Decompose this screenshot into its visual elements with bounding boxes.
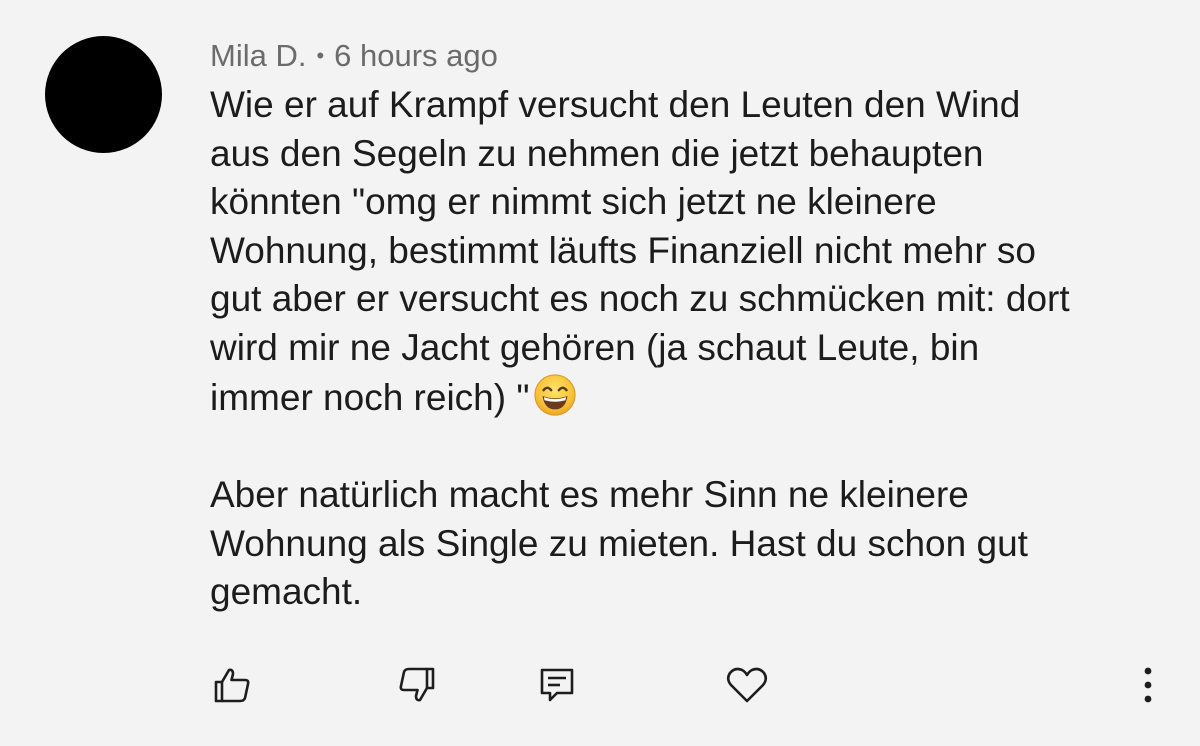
comment-line: Wie er auf Krampf versucht den Leuten de… [210, 84, 1021, 125]
thumbs-up-icon [214, 668, 250, 703]
comment-timestamp: 6 hours ago [334, 38, 498, 73]
more-vertical-icon [1144, 667, 1152, 703]
comment-line: könnten "omg er nimmt sich jetzt ne klei… [210, 181, 937, 222]
comment-paragraph-1: Wie er auf Krampf versucht den Leuten de… [210, 81, 1170, 423]
comment-line: Wohnung, bestimmt läufts Finanziell nich… [210, 229, 1037, 271]
meta-separator: • [316, 43, 325, 68]
author-name[interactable]: Mila D. [210, 38, 306, 73]
comment-line: aus den Segeln zu nehmen die jetzt behau… [210, 132, 984, 174]
avatar[interactable] [45, 36, 162, 153]
reply-button[interactable] [527, 655, 587, 715]
comment-content: Mila D. • 6 hours ago Wie er auf Krampf ve… [210, 34, 1170, 617]
comment-line: immer noch reich) " [210, 377, 530, 418]
grinning-face-with-smiling-eyes-icon [533, 374, 576, 416]
heart-icon [726, 667, 768, 703]
comment-line: Aber natürlich macht es mehr Sinn ne kle… [210, 474, 969, 515]
comment-card: Mila D. • 6 hours ago Wie er auf Krampf ve… [0, 0, 1200, 746]
comment-line: gut aber er versucht es noch zu schmücke… [210, 278, 1070, 319]
comment-line-last: immer noch reich) " [210, 372, 1170, 423]
reply-comment-icon [540, 668, 574, 702]
comment-line: gemacht. [210, 571, 363, 612]
comment-line: wird mir ne Jacht gehören (ja schaut Leu… [210, 326, 980, 368]
heart-button[interactable] [717, 655, 777, 715]
more-options-button[interactable] [1118, 655, 1178, 715]
comment-text: Wie er auf Krampf versucht den Leuten de… [210, 81, 1170, 617]
like-button[interactable] [202, 655, 262, 715]
thumbs-down-icon [399, 667, 435, 702]
comment-meta: Mila D. • 6 hours ago [210, 34, 1170, 78]
comment-actions [0, 655, 1200, 715]
dislike-button[interactable] [387, 655, 447, 715]
comment-line: Wohnung als Single zu mieten. Hast du sc… [210, 522, 1028, 564]
comment-paragraph-2: Aber natürlich macht es mehr Sinn ne kle… [210, 471, 1170, 617]
